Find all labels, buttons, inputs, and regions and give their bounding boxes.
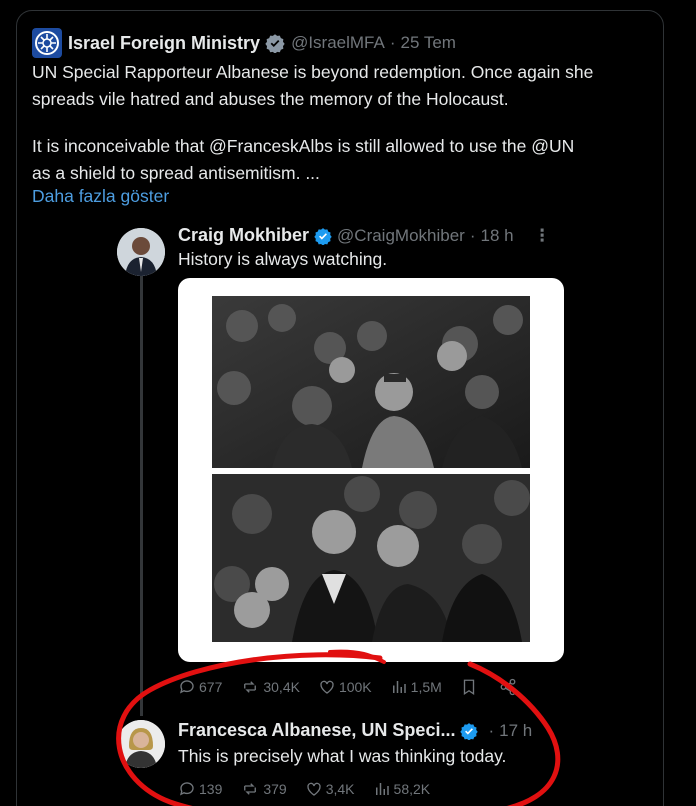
tweet-text: UN Special Rapporteur Albanese is beyond… [32, 59, 662, 187]
avatar[interactable] [117, 228, 165, 276]
tweet-text-line: as a shield to spread antisemitism. ... [32, 163, 320, 183]
views-count: 58,2K [393, 781, 431, 797]
author-avatar[interactable] [32, 28, 62, 58]
tweet-header: Israel Foreign Ministry @IsraelMFA · 25 … [32, 28, 456, 58]
thread-connector [140, 276, 143, 716]
quoted-text: History is always watching. [178, 249, 388, 269]
modern-photo [212, 474, 530, 642]
repost-icon [244, 783, 257, 795]
reply-actions: 139 379 3,4K 58,2K [178, 780, 448, 798]
reply-button[interactable]: 677 [178, 678, 222, 696]
repost-button[interactable]: 379 [240, 780, 287, 798]
like-icon [307, 782, 321, 796]
tweet-text-line: It is inconceivable that @FranceskAlbs i… [32, 136, 575, 156]
more-icon[interactable]: ⋮ [534, 226, 551, 246]
author-name[interactable]: Israel Foreign Ministry [68, 33, 260, 54]
views-button[interactable]: 1,5M [390, 678, 442, 696]
quoted-handle[interactable]: @CraigMokhiber [337, 226, 465, 246]
reply-text: This is precisely what I was thinking to… [178, 746, 507, 766]
views-icon [392, 681, 406, 693]
share-button[interactable] [499, 678, 520, 696]
repost-icon [244, 681, 257, 693]
historical-photo [212, 296, 530, 468]
verified-icon [314, 227, 332, 245]
quoted-actions: 677 30,4K 100K 1,5M [178, 678, 538, 696]
like-icon [320, 680, 334, 694]
verified-icon [265, 34, 285, 53]
bookmark-button[interactable] [460, 678, 481, 696]
reply-icon [179, 680, 194, 694]
person-avatar-icon [117, 720, 165, 768]
like-button[interactable]: 3,4K [305, 780, 355, 798]
person-avatar-icon [117, 228, 165, 276]
bookmark-icon [463, 679, 474, 696]
separator-dot: · [488, 720, 495, 740]
repost-count: 30,4K [263, 679, 300, 695]
like-count: 100K [338, 679, 372, 695]
reply-count: 677 [199, 679, 223, 695]
verified-icon [460, 722, 479, 740]
mfa-logo-icon [35, 31, 59, 55]
reply-header: Francesca Albanese, UN Speci... · 17 h [178, 720, 532, 741]
like-button[interactable]: 100K [318, 678, 372, 696]
separator-dot: · [389, 33, 396, 52]
quoted-header: Craig Mokhiber @CraigMokhiber · 18 h ⋮ [178, 225, 551, 246]
separator-dot: · [469, 225, 476, 245]
reply-author-name[interactable]: Francesca Albanese, UN Speci... [178, 720, 455, 741]
quoted-time[interactable]: 18 h [481, 226, 514, 246]
repost-button[interactable]: 30,4K [240, 678, 300, 696]
tweet-time[interactable]: 25 Tem [401, 33, 456, 53]
reply-time[interactable]: 17 h [499, 721, 532, 741]
reply-count: 139 [199, 781, 223, 797]
avatar[interactable] [117, 720, 165, 768]
share-icon [500, 678, 516, 696]
views-count: 1,5M [410, 679, 442, 695]
tweet-text-line: UN Special Rapporteur Albanese is beyond… [32, 62, 594, 82]
show-more-link[interactable]: Daha fazla göster [32, 186, 169, 207]
author-handle[interactable]: @IsraelMFA [291, 33, 385, 53]
views-button[interactable]: 58,2K [373, 780, 431, 798]
repost-count: 379 [263, 781, 287, 797]
tweet-text-line: spreads vile hatred and abuses the memor… [32, 89, 509, 109]
reply-icon [179, 782, 194, 796]
views-icon [375, 783, 389, 795]
reply-button[interactable]: 139 [178, 780, 222, 798]
quoted-image[interactable] [178, 278, 564, 662]
like-count: 3,4K [325, 781, 355, 797]
quoted-author-name[interactable]: Craig Mokhiber [178, 225, 309, 246]
